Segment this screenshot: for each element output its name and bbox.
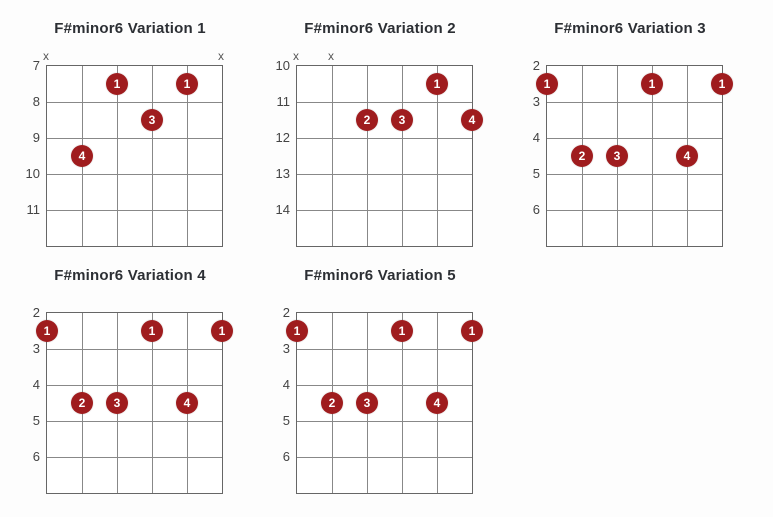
finger-dot: 1 — [711, 73, 733, 95]
chord-diagram-body: xx10111213141234 — [270, 51, 490, 247]
chord-diagram: F#minor6 Variation 1xx78910111134 — [20, 20, 240, 247]
mute-marker: x — [328, 49, 334, 63]
finger-dot: 4 — [676, 145, 698, 167]
fret-label: 9 — [20, 119, 46, 155]
finger-dot: 1 — [641, 73, 663, 95]
fret-label: 4 — [520, 119, 546, 155]
fret-label: 4 — [20, 366, 46, 402]
chord-diagram: F#minor6 Variation 2xx10111213141234 — [270, 20, 490, 247]
fret-label: 13 — [270, 155, 296, 191]
finger-dot: 1 — [36, 320, 58, 342]
fret-label: 6 — [520, 191, 546, 227]
fret-label: 4 — [270, 366, 296, 402]
finger-dot: 1 — [141, 320, 163, 342]
fret-label: 12 — [270, 119, 296, 155]
fret-label: 6 — [20, 438, 46, 474]
finger-dot: 2 — [356, 109, 378, 131]
finger-dot: 1 — [426, 73, 448, 95]
fret-label: 10 — [20, 155, 46, 191]
chord-diagram: F#minor6 Variation 423456111234 — [20, 267, 240, 494]
finger-dot: 3 — [356, 392, 378, 414]
finger-dot: 1 — [536, 73, 558, 95]
finger-dot: 2 — [71, 392, 93, 414]
finger-dot: 2 — [321, 392, 343, 414]
fret-area: 23456111234 — [20, 312, 240, 494]
fret-label: 11 — [270, 83, 296, 119]
finger-dot: 1 — [286, 320, 308, 342]
finger-dot: 1 — [211, 320, 233, 342]
chord-diagram: F#minor6 Variation 523456111234 — [270, 267, 490, 494]
fret-label: 5 — [20, 402, 46, 438]
fret-label: 11 — [20, 191, 46, 227]
chord-diagram-body: xx78910111134 — [20, 51, 240, 247]
mute-row — [546, 51, 721, 65]
fret-labels: 1011121314 — [270, 65, 296, 247]
chord-diagram-body: 23456111234 — [20, 298, 240, 494]
chord-diagram-body: 23456111234 — [520, 51, 740, 247]
chord-diagram-body: 23456111234 — [270, 298, 490, 494]
finger-dot: 1 — [461, 320, 483, 342]
fretboard: 111234 — [546, 65, 723, 247]
finger-dot: 1 — [106, 73, 128, 95]
mute-row: xx — [296, 51, 471, 65]
finger-dot: 4 — [176, 392, 198, 414]
mute-row — [46, 298, 221, 312]
fret-area: 10111213141234 — [270, 65, 490, 247]
mute-row — [296, 298, 471, 312]
fretboard: 111234 — [296, 312, 473, 494]
chord-title: F#minor6 Variation 2 — [270, 20, 490, 37]
fret-label: 14 — [270, 191, 296, 227]
finger-dot: 4 — [461, 109, 483, 131]
fret-labels: 7891011 — [20, 65, 46, 247]
fret-area: 78910111134 — [20, 65, 240, 247]
finger-dot: 3 — [141, 109, 163, 131]
chord-grid: F#minor6 Variation 1xx78910111134F#minor… — [20, 20, 753, 494]
finger-dot: 4 — [71, 145, 93, 167]
chord-title: F#minor6 Variation 4 — [20, 267, 240, 284]
fretboard: 1234 — [296, 65, 473, 247]
fret-label: 5 — [520, 155, 546, 191]
fret-area: 23456111234 — [520, 65, 740, 247]
finger-dot: 4 — [426, 392, 448, 414]
mute-marker: x — [218, 49, 224, 63]
mute-row: xx — [46, 51, 221, 65]
finger-dot: 3 — [606, 145, 628, 167]
finger-dot: 1 — [391, 320, 413, 342]
chord-diagram: F#minor6 Variation 323456111234 — [520, 20, 740, 247]
finger-dot: 3 — [106, 392, 128, 414]
fret-label: 10 — [270, 47, 296, 83]
fret-area: 23456111234 — [270, 312, 490, 494]
chord-title: F#minor6 Variation 1 — [20, 20, 240, 37]
fret-label: 5 — [270, 402, 296, 438]
fret-label: 7 — [20, 47, 46, 83]
fretboard: 1 13 4 — [46, 65, 223, 247]
finger-dot: 2 — [571, 145, 593, 167]
finger-dot: 3 — [391, 109, 413, 131]
chord-title: F#minor6 Variation 3 — [520, 20, 740, 37]
fret-label: 6 — [270, 438, 296, 474]
fret-label: 8 — [20, 83, 46, 119]
finger-dot: 1 — [176, 73, 198, 95]
fretboard: 111234 — [46, 312, 223, 494]
chord-title: F#minor6 Variation 5 — [270, 267, 490, 284]
